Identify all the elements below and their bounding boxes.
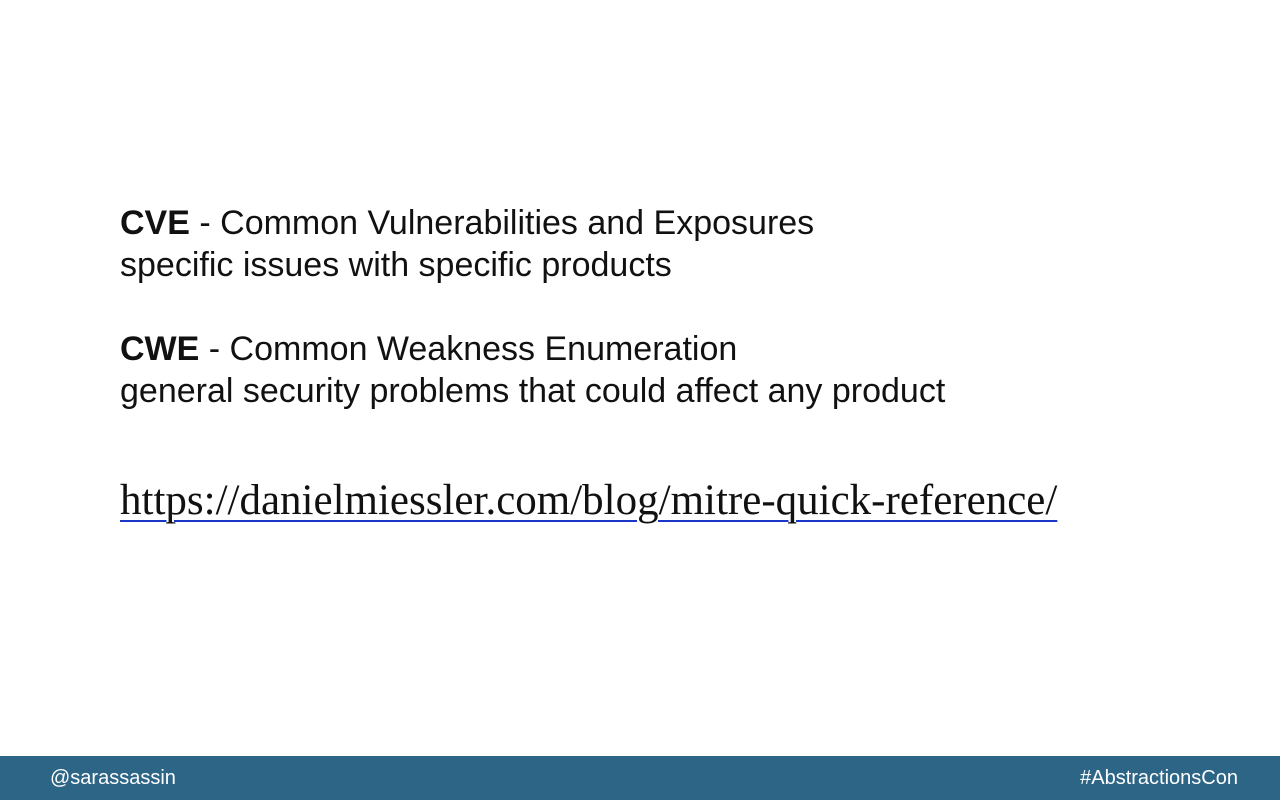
cve-description: specific issues with specific products <box>120 246 672 284</box>
cve-definition: CVE - Common Vulnerabilities and Exposur… <box>120 202 1200 286</box>
slide-content: CVE - Common Vulnerabilities and Exposur… <box>120 202 1200 412</box>
cwe-description: general security problems that could aff… <box>120 372 946 410</box>
cwe-definition: CWE - Common Weakness Enumeration genera… <box>120 328 1200 412</box>
cve-title-line: CVE - Common Vulnerabilities and Exposur… <box>120 202 1200 244</box>
cwe-expansion: Common Weakness Enumeration <box>229 330 738 368</box>
slide: CVE - Common Vulnerabilities and Exposur… <box>0 0 1280 800</box>
cwe-title-line: CWE - Common Weakness Enumeration <box>120 328 1200 370</box>
reference-link-container: https://danielmiessler.com/blog/mitre-qu… <box>120 474 1057 528</box>
cve-abbreviation: CVE <box>120 204 190 242</box>
cve-expansion: Common Vulnerabilities and Exposures <box>220 204 815 242</box>
footer-hashtag: #AbstractionsCon <box>1080 767 1238 789</box>
footer-handle: @sarassassin <box>50 767 176 789</box>
cwe-separator: - <box>199 330 230 368</box>
cwe-abbreviation: CWE <box>120 330 200 368</box>
reference-link[interactable]: https://danielmiessler.com/blog/mitre-qu… <box>120 477 1057 524</box>
cve-separator: - <box>189 204 221 242</box>
footer-bar: @sarassassin #AbstractionsCon <box>0 756 1280 800</box>
